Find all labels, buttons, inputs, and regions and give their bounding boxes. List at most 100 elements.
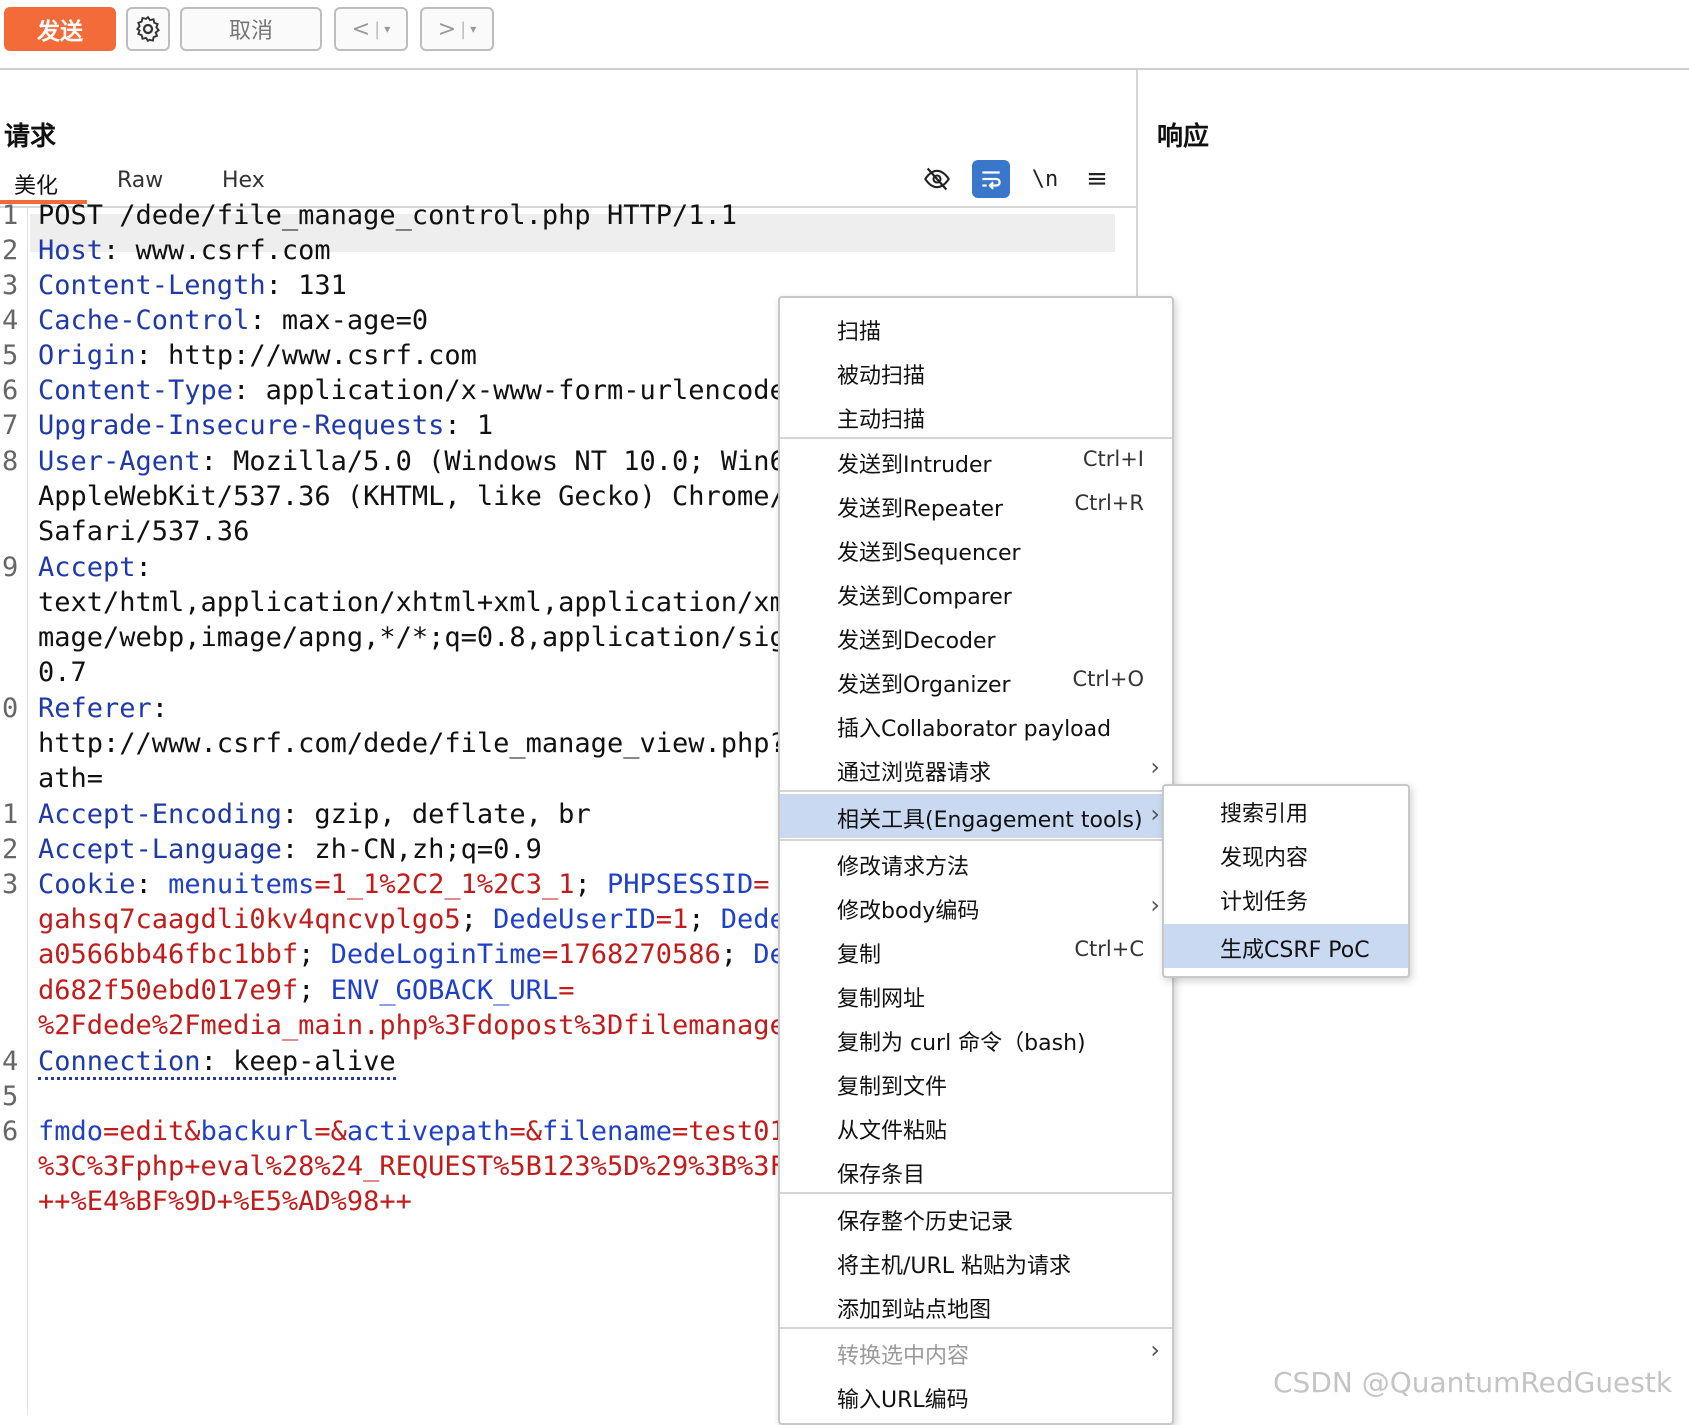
line-number: 4 (2, 1046, 19, 1077)
menu-item-label: 生成CSRF PoC (1220, 938, 1370, 963)
menu-item-send-to-comparer[interactable]: 发送到Comparer (780, 573, 1172, 613)
cookie-name: ENV_GOBACK_URL (330, 975, 559, 1006)
menu-item-label: 发送到Repeater (837, 497, 1004, 522)
menu-item-save-item[interactable]: 保存条目 (780, 1151, 1172, 1191)
menu-item-active-scan[interactable]: 主动扫描 (780, 396, 1172, 436)
tab-raw[interactable]: Raw (117, 168, 163, 193)
header-name: Origin (38, 340, 136, 371)
chevron-right-icon: › (1150, 1336, 1160, 1364)
menu-item-change-body-encoding[interactable]: 修改body编码 › (780, 887, 1172, 927)
menu-item-label: 发送到Sequencer (837, 541, 1021, 566)
menu-item-label: 复制网址 (837, 987, 926, 1012)
header-name: Upgrade-Insecure-Requests (38, 410, 445, 441)
menu-item-copy[interactable]: 复制 Ctrl+C (780, 931, 1172, 971)
menu-item-search-references[interactable]: 搜索引用 (1164, 788, 1408, 832)
code-line: http://www.csrf.com/dede/file_manage_vie… (38, 728, 786, 759)
menu-item-add-to-sitemap[interactable]: 添加到站点地图 (780, 1286, 1172, 1326)
header-value: : (135, 552, 152, 583)
menu-item-label: 相关工具(Engagement tools) (837, 808, 1143, 833)
cancel-button[interactable]: 取消 (180, 7, 322, 51)
separator: ; (298, 939, 331, 970)
hamburger-menu-icon[interactable]: ≡ (1078, 160, 1116, 198)
menu-item-convert-selection: 转换选中内容 › (780, 1332, 1172, 1372)
code-line: d682f50ebd017e9f; ENV_GOBACK_URL= (38, 975, 574, 1006)
code-line: fmdo=edit&backurl=&activepath=&filename=… (38, 1116, 786, 1147)
menu-separator (780, 839, 1172, 841)
menu-item-save-history[interactable]: 保存整个历史记录 (780, 1198, 1172, 1238)
menu-item-paste-from-file[interactable]: 从文件粘贴 (780, 1107, 1172, 1147)
newline-toggle-icon[interactable]: \n (1026, 160, 1064, 198)
header-name: Accept (38, 552, 136, 583)
code-line: ++%E4%BF%9D+%E5%AD%98++ (38, 1186, 412, 1217)
code-line: POST /dede/file_manage_control.php HTTP/… (38, 200, 737, 231)
separator: ; (720, 939, 754, 970)
header-value: : www.csrf.com (103, 235, 331, 266)
menu-item-insert-collaborator[interactable]: 插入Collaborator payload (780, 705, 1172, 745)
dropdown-icon[interactable]: ▾ (470, 22, 476, 36)
header-value: : zh-CN,zh;q=0.9 (281, 834, 542, 865)
menu-item-passive-scan[interactable]: 被动扫描 (780, 352, 1172, 392)
param-name: filename (541, 1116, 673, 1147)
menu-separator (780, 790, 1172, 792)
cookie-name: DedeUserID (493, 904, 656, 935)
menu-item-change-request-method[interactable]: 修改请求方法 (780, 843, 1172, 883)
code-line: Upgrade-Insecure-Requests: 1 (38, 410, 493, 441)
menu-item-discover-content[interactable]: 发现内容 (1164, 832, 1408, 876)
menu-item-copy-url[interactable]: 复制网址 (780, 975, 1172, 1015)
separator: : (135, 869, 169, 900)
menu-item-copy-as-curl[interactable]: 复制为 curl 命令（bash) (780, 1019, 1172, 1059)
param-value: =edit& (103, 1116, 201, 1147)
menu-item-copy-to-file[interactable]: 复制到文件 (780, 1063, 1172, 1103)
tab-pretty[interactable]: 美化 (14, 168, 58, 200)
chevron-right-icon: › (1150, 753, 1160, 781)
line-number: 5 (2, 1081, 19, 1112)
cookie-name: Dede (720, 904, 786, 935)
menu-item-send-to-decoder[interactable]: 发送到Decoder (780, 617, 1172, 657)
code-line: mage/webp,image/apng,*/*;q=0.8,applicati… (38, 622, 786, 653)
menu-item-generate-csrf-poc[interactable]: 生成CSRF PoC (1164, 924, 1408, 968)
code-line: Cache-Control: max-age=0 (38, 305, 428, 336)
tab-hex[interactable]: Hex (222, 168, 265, 193)
line-number: 1 (2, 200, 19, 231)
menu-item-send-to-repeater[interactable]: 发送到Repeater Ctrl+R (780, 485, 1172, 525)
line-number: 7 (2, 410, 19, 441)
eye-slash-icon[interactable] (918, 160, 956, 198)
chevron-right-icon: › (1150, 891, 1160, 919)
menu-separator (780, 1192, 1172, 1194)
header-name: Referer (38, 693, 152, 724)
chevron-left-icon: < (351, 16, 371, 42)
header-value: : 131 (265, 270, 347, 301)
word-wrap-icon[interactable] (972, 160, 1010, 198)
code-line: AppleWebKit/537.36 (KHTML, like Gecko) C… (38, 481, 786, 512)
menu-item-url-encode-as-typed[interactable]: 输入URL编码 (780, 1376, 1172, 1416)
code-line: text/html,application/xhtml+xml,applicat… (38, 587, 786, 618)
menu-item-scan[interactable]: 扫描 (780, 308, 1172, 348)
menu-item-engagement-tools[interactable]: 相关工具(Engagement tools) › (780, 794, 1172, 838)
settings-button[interactable] (126, 7, 170, 51)
line-number: 0 (2, 693, 19, 724)
code-line: Safari/537.36 (38, 516, 250, 547)
menu-item-request-in-browser[interactable]: 通过浏览器请求 › (780, 749, 1172, 789)
header-name: Cache-Control (38, 305, 250, 336)
line-number: 3 (2, 270, 19, 301)
menu-item-label: 复制为 curl 命令（bash) (837, 1031, 1086, 1056)
line-number: 5 (2, 340, 19, 371)
menu-item-send-to-organizer[interactable]: 发送到Organizer Ctrl+O (780, 661, 1172, 701)
menu-item-paste-url-as-request[interactable]: 将主机/URL 粘贴为请求 (780, 1242, 1172, 1282)
back-button[interactable]: < | ▾ (334, 7, 408, 51)
menu-item-label: 主动扫描 (837, 408, 926, 433)
menu-item-send-to-intruder[interactable]: 发送到Intruder Ctrl+I (780, 441, 1172, 481)
header-value: : application/x-www-form-urlencode (233, 375, 786, 406)
menu-item-schedule-task[interactable]: 计划任务 (1164, 876, 1408, 920)
cookie-value: d682f50ebd017e9f (38, 975, 299, 1006)
line-number: 6 (2, 1116, 19, 1147)
menu-item-send-to-sequencer[interactable]: 发送到Sequencer (780, 529, 1172, 569)
line-number: 2 (2, 834, 19, 865)
code-line: 0.7 (38, 657, 87, 688)
send-button[interactable]: 发送 (4, 7, 116, 51)
gutter-divider (27, 208, 28, 1415)
cookie-value: gahsq7caagdli0kv4qncvplgo5 (38, 904, 461, 935)
dropdown-icon[interactable]: ▾ (384, 22, 390, 36)
forward-button[interactable]: > | ▾ (420, 7, 494, 51)
header-value: : http://www.csrf.com (135, 340, 477, 371)
